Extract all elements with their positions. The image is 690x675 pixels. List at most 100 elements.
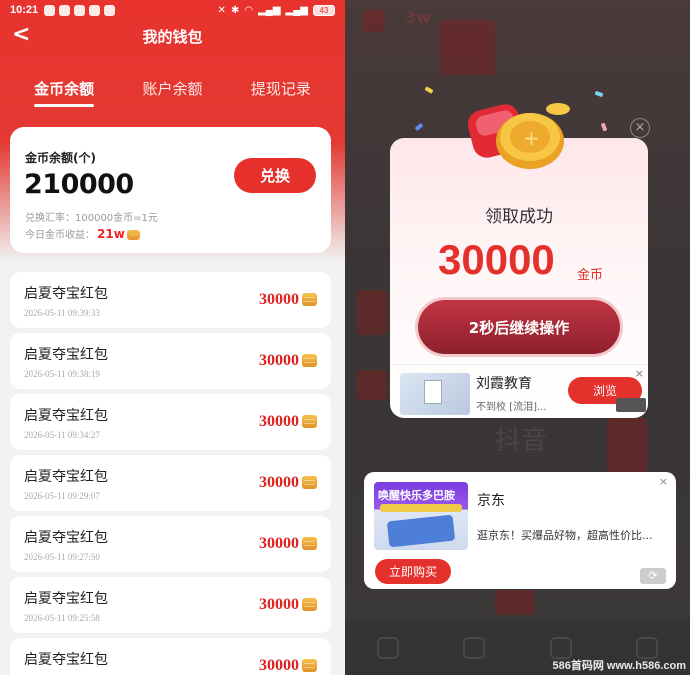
list-item[interactable]: 启夏夺宝红包 2026-05-11 09:27:50 30000 xyxy=(10,516,331,572)
tab-coin-balance[interactable]: 金币余额 xyxy=(34,78,95,107)
ad-thumbnail xyxy=(400,373,470,415)
mute-icon: ✕ xyxy=(217,4,226,16)
sponsored-ad[interactable]: 刘霞教育 不到校 [流泪]... 浏览 × xyxy=(390,364,648,418)
ad-thumbnail: 唤醒快乐多巴胺 xyxy=(374,482,468,550)
red-envelope-icon xyxy=(357,370,387,400)
coin-balance-label: 金币余额(个) xyxy=(25,151,96,165)
notification-icon xyxy=(104,4,116,16)
reward-screen: 3w 抖音 × 领取成功 30000 金币 2秒后继续操作 刘霞教育 不到校 [… xyxy=(345,0,690,675)
today-earnings-label: 今日金币收益： xyxy=(25,230,95,241)
wallet-screen: 10:21 ✕ ✱ ◠ ▂▄▆ ▂▄▆ 43 < 我的钱包 金币余额 账户余额 … xyxy=(0,0,345,675)
ad-thumbnail-text: 唤醒快乐多巴胺 xyxy=(378,489,455,502)
tab-icon xyxy=(463,636,486,659)
reward-unit: 金币 xyxy=(577,268,604,283)
notification-icon xyxy=(44,4,56,16)
tab-icon xyxy=(635,636,658,659)
battery-icon: 43 xyxy=(313,4,335,16)
watermark: 586首码网 www.h586.com xyxy=(552,660,686,672)
coin-stack-icon xyxy=(302,293,317,306)
exchange-button[interactable]: 兑换 xyxy=(234,158,316,193)
exchange-rate-text: 兑换汇率：100000金币=1元 xyxy=(25,213,158,224)
notification-icon xyxy=(59,4,71,16)
red-envelope-icon xyxy=(440,20,495,75)
product-image xyxy=(386,514,456,548)
record-amount: 30000 xyxy=(259,596,299,613)
home-icon xyxy=(377,636,400,659)
status-time: 10:21 xyxy=(10,4,39,16)
navigation-bar: < 我的钱包 xyxy=(0,20,345,50)
record-title: 启夏夺宝红包 xyxy=(24,347,108,363)
record-amount: 30000 xyxy=(259,352,299,369)
coin-stack-icon xyxy=(302,598,317,611)
close-icon[interactable]: × xyxy=(659,475,668,488)
tab-account-balance[interactable]: 账户余额 xyxy=(142,78,202,107)
coin-purse-icon: + xyxy=(467,103,570,169)
red-envelope-icon xyxy=(357,290,387,335)
record-title: 启夏夺宝红包 xyxy=(24,469,108,485)
record-time: 2026-05-11 09:29:07 xyxy=(24,491,100,501)
refresh-icon[interactable]: ⟳ xyxy=(640,568,666,584)
wifi-icon: ◠ xyxy=(244,4,254,16)
close-icon[interactable]: × xyxy=(635,367,644,380)
record-title: 启夏夺宝红包 xyxy=(24,652,108,668)
list-item[interactable]: 启夏夺宝红包 30000 xyxy=(10,638,331,675)
record-time: 2026-05-11 09:27:50 xyxy=(24,552,100,562)
ad-name: 刘霞教育 xyxy=(476,376,532,392)
coin-balance-value: 210000 xyxy=(24,169,134,200)
coin-stack-icon xyxy=(302,476,317,489)
list-item[interactable]: 启夏夺宝红包 2026-05-11 09:25:58 30000 xyxy=(10,577,331,633)
record-time: 2026-05-11 09:39:33 xyxy=(24,308,100,318)
record-time: 2026-05-11 09:25:58 xyxy=(24,613,100,623)
red-envelope-icon xyxy=(363,10,385,32)
status-bar: 10:21 ✕ ✱ ◠ ▂▄▆ ▂▄▆ 43 xyxy=(0,0,345,20)
record-amount: 30000 xyxy=(259,413,299,430)
tab-withdraw-history[interactable]: 提现记录 xyxy=(251,78,311,107)
tab-icon xyxy=(549,636,572,659)
coin-stack-icon xyxy=(302,537,317,550)
ad-description: 逛京东！买爆品好物，超高性价比... xyxy=(477,529,653,542)
list-item[interactable]: 启夏夺宝红包 2026-05-11 09:39:33 30000 xyxy=(10,272,331,328)
buy-now-button[interactable]: 立即购买 xyxy=(375,559,451,584)
wallet-tabs: 金币余额 账户余额 提现记录 xyxy=(0,78,345,107)
reward-title: 领取成功 xyxy=(485,207,553,227)
list-item[interactable]: 启夏夺宝红包 2026-05-11 09:34:27 30000 xyxy=(10,394,331,450)
bluetooth-icon: ✱ xyxy=(230,4,240,16)
record-amount: 30000 xyxy=(259,535,299,552)
background-logo-text: 抖音 xyxy=(495,426,548,456)
coin-stack-icon xyxy=(302,354,317,367)
red-envelope-icon xyxy=(607,418,647,473)
ad-tag-icon xyxy=(616,398,646,412)
jd-ad-card[interactable]: 唤醒快乐多巴胺 京东 逛京东！买爆品好物，超高性价比... 立即购买 × ⟳ xyxy=(364,472,676,589)
close-icon[interactable]: × xyxy=(630,118,650,138)
today-earnings: 今日金币收益： 21w xyxy=(25,226,140,241)
continue-button[interactable]: 2秒后继续操作 xyxy=(418,300,620,354)
record-amount: 30000 xyxy=(259,474,299,491)
record-amount: 30000 xyxy=(259,657,299,674)
list-item[interactable]: 启夏夺宝红包 2026-05-11 09:38:19 30000 xyxy=(10,333,331,389)
record-title: 启夏夺宝红包 xyxy=(24,530,108,546)
svg-text:+: + xyxy=(523,126,540,150)
record-title: 启夏夺宝红包 xyxy=(24,286,108,302)
reward-amount: 30000 xyxy=(438,236,555,283)
coin-stack-icon xyxy=(302,659,317,672)
signal-icon: ▂▄▆ xyxy=(258,4,281,16)
notification-icon xyxy=(74,4,86,16)
coin-icon xyxy=(126,230,140,240)
notification-icon xyxy=(89,4,101,16)
record-time: 2026-05-11 09:34:27 xyxy=(24,430,100,440)
ad-thumbnail-banner xyxy=(380,504,462,512)
record-time: 2026-05-11 09:38:19 xyxy=(24,369,100,379)
coin-stack-icon xyxy=(302,415,317,428)
coin-balance-card: 金币余额(个) 210000 兑换 兑换汇率：100000金币=1元 今日金币收… xyxy=(10,127,331,253)
coin-record-list: 启夏夺宝红包 2026-05-11 09:39:33 30000 启夏夺宝红包 … xyxy=(10,272,331,675)
ad-brand: 京东 xyxy=(477,493,505,509)
background-badge: 3w xyxy=(405,8,431,27)
ad-description: 不到校 [流泪]... xyxy=(476,402,547,413)
list-item[interactable]: 启夏夺宝红包 2026-05-11 09:29:07 30000 xyxy=(10,455,331,511)
record-amount: 30000 xyxy=(259,291,299,308)
record-title: 启夏夺宝红包 xyxy=(24,591,108,607)
record-title: 启夏夺宝红包 xyxy=(24,408,108,424)
signal-icon: ▂▄▆ xyxy=(285,4,308,16)
page-title: 我的钱包 xyxy=(142,28,203,46)
today-earnings-amount: 21w xyxy=(97,227,125,241)
